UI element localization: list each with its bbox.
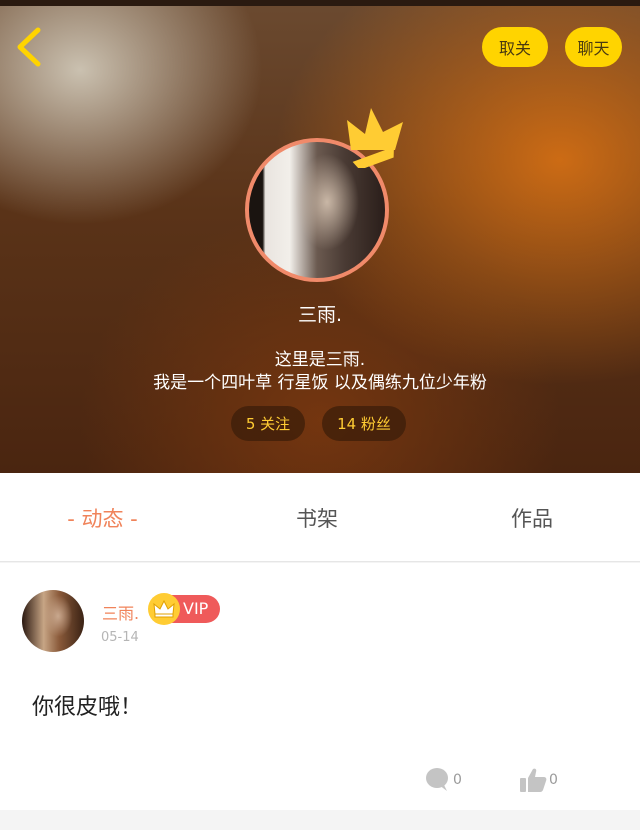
profile-avatar-wrapper (245, 108, 403, 282)
following-count-button[interactable]: 5 关注 (231, 406, 305, 441)
vip-label: VIP (183, 599, 209, 618)
chat-button[interactable]: 聊天 (565, 27, 622, 67)
tab-bookshelf[interactable]: 书架 (257, 473, 377, 562)
post-card: 三雨. VIP 05-14 你很皮哦！ 0 0 (0, 563, 640, 810)
vip-crown-icon (148, 593, 180, 625)
profile-bio-line-2: 我是一个四叶草 行星饭 以及偶练九位少年粉 (153, 373, 487, 393)
crown-icon (347, 108, 403, 168)
comment-button[interactable]: 0 (425, 766, 462, 794)
like-count: 0 (549, 772, 558, 788)
thumbs-up-icon (520, 768, 547, 792)
profile-tab-bar: - 动态 - 书架 作品 (0, 473, 640, 562)
avatar[interactable] (22, 590, 84, 652)
post-date: 05-14 (101, 630, 139, 645)
tab-works[interactable]: 作品 (472, 473, 592, 562)
profile-banner: 取关 聊天 三雨. 这里是三雨. 我是一个四叶草 行星饭 以及偶练九位少年粉 5… (0, 0, 640, 473)
post-content: 你很皮哦！ (32, 695, 143, 720)
tab-dynamic[interactable]: - 动态 - (40, 473, 165, 562)
comment-icon (426, 768, 448, 791)
post-author-name[interactable]: 三雨. (102, 600, 139, 624)
comment-count: 0 (453, 772, 462, 788)
unfollow-button[interactable]: 取关 (482, 27, 548, 67)
profile-bio-line-1: 这里是三雨. (274, 350, 366, 370)
profile-nickname: 三雨. (297, 304, 343, 326)
back-button[interactable] (10, 24, 50, 70)
fans-count-button[interactable]: 14 粉丝 (322, 406, 406, 441)
vip-badge: VIP (148, 593, 220, 625)
back-arrow-icon (17, 27, 41, 67)
like-button[interactable]: 0 (519, 766, 558, 794)
